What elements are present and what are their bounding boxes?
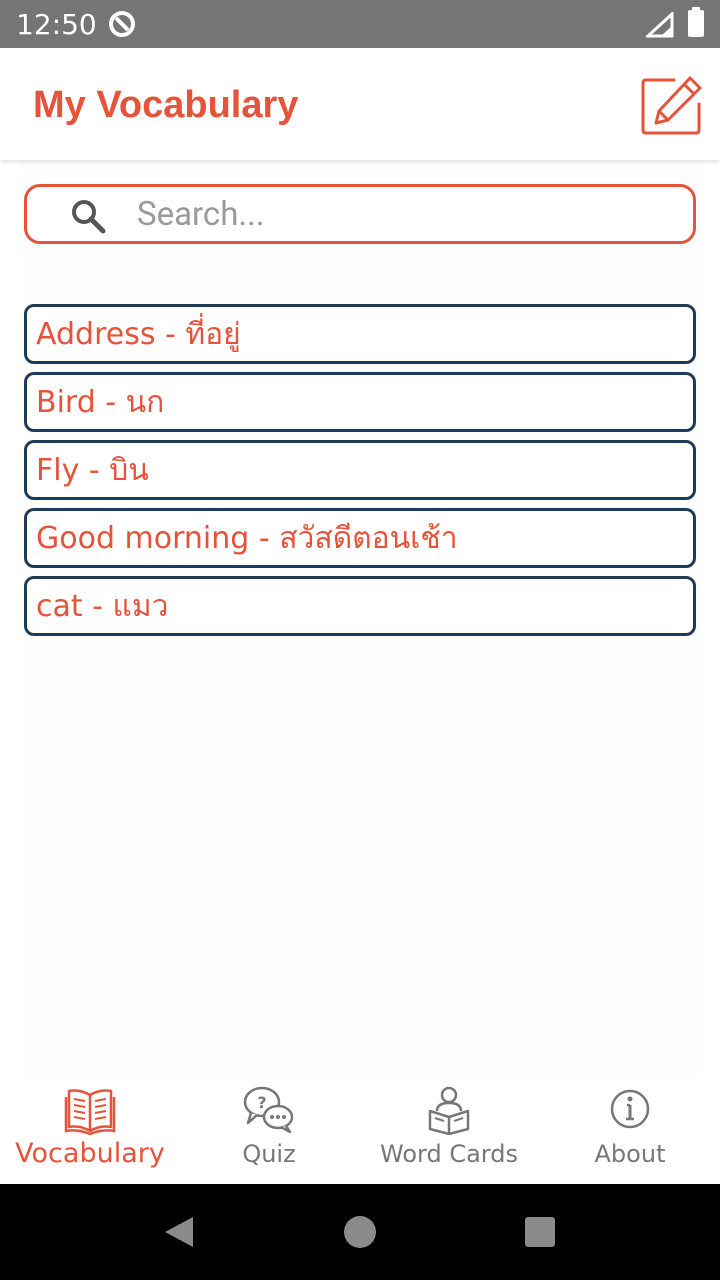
- word-item[interactable]: cat - แมว: [24, 576, 696, 636]
- word-item-label: Bird - นก: [36, 384, 165, 420]
- svg-text:?: ?: [257, 1093, 266, 1112]
- bottom-nav: Vocabulary ? Quiz Word Cards About: [0, 1075, 720, 1184]
- word-item[interactable]: Good morning - สวัสดีตอนเช้า: [24, 508, 696, 568]
- nav-item-word-cards[interactable]: Word Cards: [359, 1075, 539, 1184]
- nav-item-vocabulary[interactable]: Vocabulary: [0, 1075, 180, 1184]
- word-item-label: Fly - บิน: [36, 452, 149, 488]
- back-icon[interactable]: [163, 1215, 195, 1254]
- reader-icon: [428, 1086, 470, 1135]
- edit-button[interactable]: [640, 74, 704, 136]
- word-item[interactable]: Fly - บิน: [24, 440, 696, 500]
- home-icon[interactable]: [344, 1216, 376, 1248]
- recents-icon[interactable]: [525, 1217, 555, 1247]
- info-icon: [610, 1089, 650, 1129]
- word-list: Address - ที่อยู่ Bird - นก Fly - บิน Go…: [24, 304, 696, 644]
- search-input[interactable]: [137, 193, 677, 235]
- nav-item-quiz[interactable]: ? Quiz: [179, 1075, 359, 1184]
- chat-bubbles-icon: ?: [243, 1086, 294, 1133]
- word-item[interactable]: Bird - นก: [24, 372, 696, 432]
- edit-icon: [641, 76, 702, 135]
- word-item-label: Good morning - สวัสดีตอนเช้า: [36, 520, 458, 556]
- status-time: 12:50: [16, 8, 97, 41]
- page-title: My Vocabulary: [33, 84, 299, 126]
- open-book-icon: [64, 1089, 116, 1135]
- app-bar: My Vocabulary: [0, 48, 720, 160]
- app-notification-icon: [106, 9, 138, 44]
- search-box[interactable]: [24, 184, 696, 244]
- word-item-label: cat - แมว: [36, 588, 169, 624]
- nav-label: About: [594, 1140, 666, 1168]
- nav-label: Word Cards: [380, 1140, 518, 1168]
- word-item-label: Address - ที่อยู่: [36, 316, 241, 352]
- word-item[interactable]: Address - ที่อยู่: [24, 304, 696, 364]
- status-bar: 12:50: [0, 0, 720, 48]
- battery-icon: [688, 7, 704, 37]
- signal-icon: [644, 10, 674, 43]
- nav-label: Vocabulary: [15, 1138, 165, 1169]
- nav-label: Quiz: [242, 1140, 296, 1168]
- nav-item-about[interactable]: About: [540, 1075, 720, 1184]
- search-icon: [69, 197, 107, 240]
